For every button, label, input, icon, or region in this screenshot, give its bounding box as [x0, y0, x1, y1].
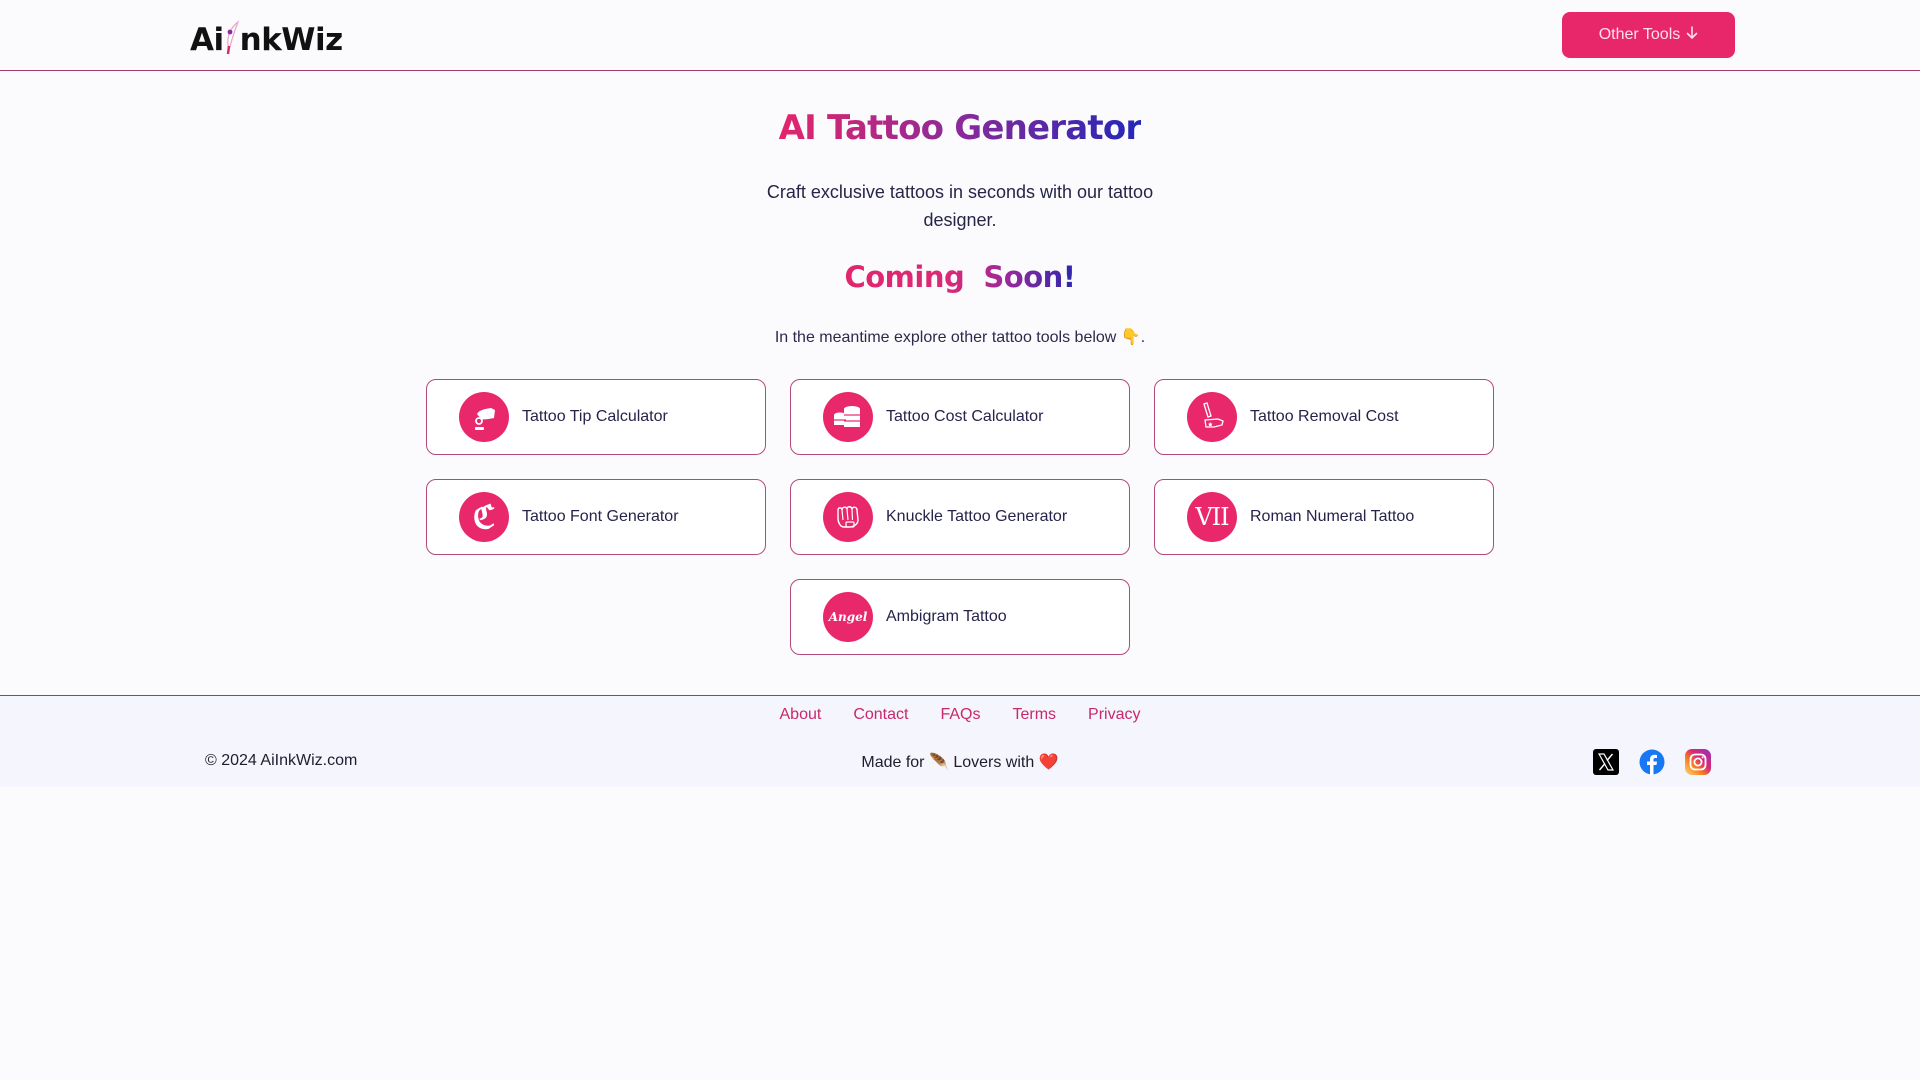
made-for-prefix: Made for	[861, 754, 925, 771]
roman-numeral-icon: VII	[1187, 492, 1237, 542]
tool-card-label: Tattoo Cost Calculator	[886, 408, 1044, 425]
social-links	[1593, 749, 1711, 775]
x-icon[interactable]	[1593, 749, 1619, 775]
footer-nav: About Contact FAQs Terms Privacy	[0, 706, 1920, 724]
laser-hand-icon	[1187, 392, 1237, 442]
tool-card-tattoo-tip-calculator[interactable]: Tattoo Tip Calculator	[426, 379, 766, 455]
roman-numeral-glyph: VII	[1195, 503, 1229, 531]
gothic-letter-icon: ℭ	[459, 492, 509, 542]
tool-card-label: Tattoo Removal Cost	[1250, 408, 1399, 425]
page-title-text: AI Tattoo Generator	[778, 108, 1143, 148]
pointing-down-icon: 👇	[1120, 329, 1141, 346]
meantime-period: .	[1140, 329, 1146, 346]
logo-text-suffix: nkWiz	[239, 22, 344, 58]
feather-icon: 🪶	[928, 754, 949, 771]
footer-link-contact[interactable]: Contact	[853, 706, 908, 724]
footer-link-faqs[interactable]: FAQs	[940, 706, 980, 724]
facebook-icon[interactable]	[1639, 749, 1665, 775]
tool-card-label: Tattoo Tip Calculator	[522, 408, 668, 425]
page-title: AI Tattoo Generator	[0, 108, 1920, 148]
quill-icon	[225, 20, 239, 58]
coming-soon-text: Coming Soon!	[844, 260, 1076, 294]
tool-card-tattoo-font-generator[interactable]: ℭ Tattoo Font Generator	[426, 479, 766, 555]
heart-icon: ❤️	[1038, 754, 1059, 771]
ambigram-glyph: Angel	[828, 610, 868, 624]
tool-card-label: Roman Numeral Tattoo	[1250, 508, 1415, 525]
tool-card-tattoo-removal-cost[interactable]: Tattoo Removal Cost	[1154, 379, 1494, 455]
footer-link-privacy[interactable]: Privacy	[1088, 706, 1140, 724]
other-tools-button[interactable]: Other Tools	[1562, 12, 1735, 58]
site-footer: About Contact FAQs Terms Privacy © 2024 …	[0, 695, 1920, 787]
coming-soon-heading: Coming Soon!	[0, 260, 1920, 294]
made-for-middle: Lovers with	[953, 754, 1035, 771]
page-subtitle: Craft exclusive tattoos in seconds with …	[766, 182, 1154, 230]
tool-card-label: Ambigram Tattoo	[886, 608, 1007, 625]
tip-hand-icon	[459, 392, 509, 442]
tool-card-tattoo-cost-calculator[interactable]: Tattoo Cost Calculator	[790, 379, 1130, 455]
tool-card-label: Knuckle Tattoo Generator	[886, 508, 1068, 525]
meantime-label: In the meantime explore other tattoo too…	[774, 329, 1117, 346]
site-logo[interactable]: Ai nkWiz	[190, 14, 343, 58]
meantime-text: In the meantime explore other tattoo too…	[0, 327, 1920, 347]
tool-card-roman-numeral-tattoo[interactable]: VII Roman Numeral Tattoo	[1154, 479, 1494, 555]
fist-icon	[823, 492, 873, 542]
logo-text-prefix: Ai	[190, 22, 224, 58]
footer-link-terms[interactable]: Terms	[1012, 706, 1056, 724]
tool-card-label: Tattoo Font Generator	[522, 508, 679, 525]
arrow-down-icon	[1686, 25, 1698, 45]
instagram-icon[interactable]	[1685, 749, 1711, 775]
tool-card-ambigram-tattoo[interactable]: Angel Ambigram Tattoo	[790, 579, 1130, 655]
coins-stack-icon	[823, 392, 873, 442]
footer-link-about[interactable]: About	[780, 706, 822, 724]
gothic-letter-glyph: ℭ	[472, 498, 496, 536]
other-tools-label: Other Tools	[1598, 26, 1681, 43]
ambigram-icon: Angel	[823, 592, 873, 642]
site-header: Ai nkWiz Other Tools	[0, 0, 1920, 71]
tool-card-knuckle-tattoo-generator[interactable]: Knuckle Tattoo Generator	[790, 479, 1130, 555]
